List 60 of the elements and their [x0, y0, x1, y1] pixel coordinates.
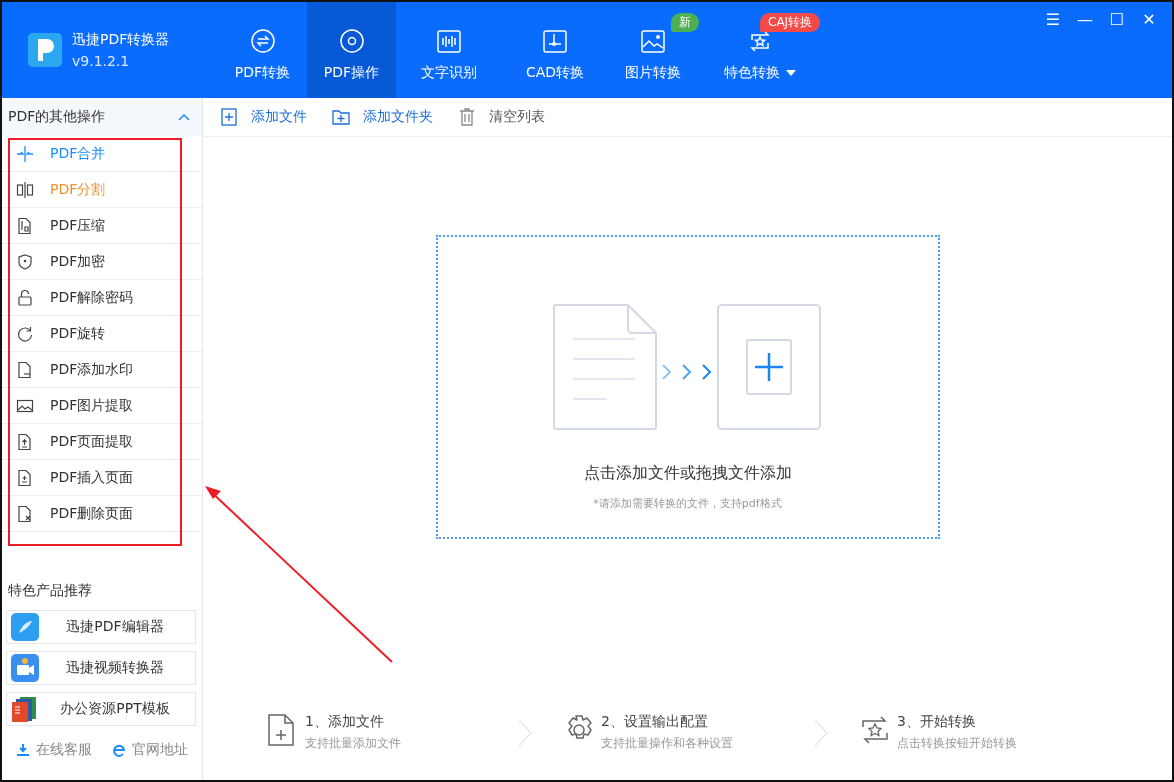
- product-button[interactable]: 迅捷视频转换器: [6, 651, 196, 685]
- shield-icon: [16, 252, 34, 271]
- nav-tab[interactable]: CAD转换: [502, 2, 608, 98]
- app-version: v9.1.2.1: [72, 53, 131, 69]
- nav-tab[interactable]: 文字识别: [396, 2, 502, 98]
- waveform-icon: [435, 28, 463, 56]
- chevron-icon: [517, 717, 533, 748]
- close-button[interactable]: ✕: [1138, 10, 1160, 29]
- toolbar-button[interactable]: 添加文件夹: [331, 107, 433, 127]
- document-icon: [16, 468, 34, 487]
- cad-icon: [541, 28, 569, 56]
- section-title: 特色产品推荐: [8, 582, 93, 600]
- download-icon: [16, 743, 30, 757]
- convert-icon: [248, 28, 277, 56]
- add-folder-icon: [331, 107, 351, 127]
- section-title: PDF的其他操作: [8, 108, 106, 126]
- document-icon: [16, 504, 34, 523]
- footer-link[interactable]: 官网地址: [112, 741, 188, 759]
- slides-icon: [11, 695, 39, 723]
- nav-tab[interactable]: PDF转换: [218, 2, 307, 98]
- drop-hint: *请添加需要转换的文件，支持pdf格式: [593, 496, 782, 511]
- app-name: 迅捷PDF转换器: [72, 31, 170, 49]
- drop-title: 点击添加文件或拖拽文件添加: [583, 463, 792, 484]
- step-description: 点击转换按钮开始转换: [897, 735, 1017, 752]
- nav-tab[interactable]: CAJ转换 特色转换: [697, 2, 822, 98]
- step-title: 2、设置输出配置: [601, 713, 709, 731]
- add-file-icon: [219, 107, 239, 127]
- app-logo-icon: [28, 33, 62, 67]
- browser-e-icon: [112, 743, 126, 757]
- app-logo-icon: [11, 654, 39, 682]
- image-icon: [638, 28, 667, 56]
- chevron-icon: [813, 717, 829, 748]
- step-description: 支持批量操作和各种设置: [601, 735, 733, 752]
- footer-link[interactable]: 在线客服: [16, 741, 92, 759]
- rotate-icon: [16, 324, 34, 343]
- trash-icon: [457, 107, 477, 127]
- badge: CAJ转换: [760, 13, 821, 32]
- product-button[interactable]: 办公资源PPT模板: [6, 692, 196, 726]
- padlock-icon: [16, 288, 34, 307]
- nav-tab[interactable]: 新 图片转换: [608, 2, 697, 98]
- nav-tab[interactable]: PDF操作: [307, 2, 396, 98]
- document-icon: [16, 432, 34, 451]
- chevron-icon[interactable]: [178, 113, 190, 121]
- split-icon: [16, 180, 34, 199]
- app-logo-icon: [11, 613, 39, 641]
- maximize-button[interactable]: ☐: [1106, 10, 1128, 29]
- toolbar-button[interactable]: 添加文件: [219, 107, 307, 127]
- document-icon: [16, 360, 34, 379]
- drop-zone[interactable]: 点击添加文件或拖拽文件添加 *请添加需要转换的文件，支持pdf格式: [435, 235, 940, 539]
- step-title: 1、添加文件: [305, 713, 385, 731]
- minimize-button[interactable]: —: [1074, 10, 1096, 29]
- product-button[interactable]: 迅捷PDF编辑器: [6, 610, 196, 644]
- menu-button[interactable]: ☰: [1042, 10, 1064, 29]
- merge-icon: [16, 144, 34, 163]
- toolbar-button[interactable]: 清空列表: [457, 107, 545, 127]
- gear-icon: [337, 28, 366, 56]
- step-title: 3、开始转换: [897, 713, 977, 731]
- badge: 新: [671, 13, 699, 32]
- step-description: 支持批量添加文件: [305, 735, 401, 752]
- document-icon: [16, 216, 34, 235]
